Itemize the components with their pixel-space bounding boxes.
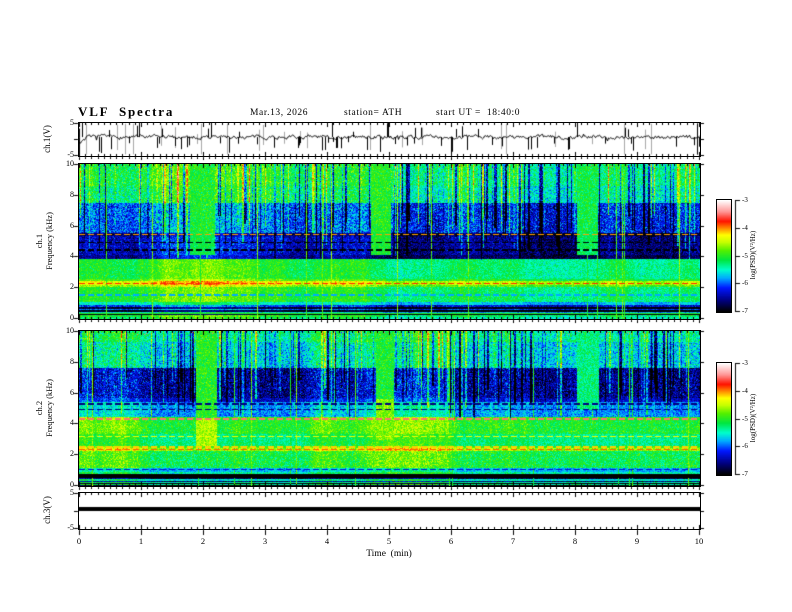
y-tick-label: -5 [67, 150, 74, 159]
header-date: Mar.13, 2026 [250, 108, 309, 118]
colorbar-2-gradient [717, 363, 731, 475]
colorbar-tick-label: -7 [742, 307, 748, 315]
y-tick-label: 8 [70, 190, 74, 199]
colorbar-tick-label: -7 [742, 470, 748, 478]
colorbar-tick-label: -3 [742, 359, 748, 367]
colorbar-tick-label: -5 [742, 252, 748, 260]
ch3-voltage-axis-label: ch.3(V) [42, 496, 52, 524]
header-station: station= ATH [344, 108, 403, 118]
x-tick-label: 10 [694, 536, 704, 546]
y-tick-label: 6 [70, 388, 74, 397]
y-tick-label: 6 [70, 221, 74, 230]
x-tick-label: 1 [138, 536, 144, 546]
x-tick-label: 2 [200, 536, 206, 546]
colorbar-tick-label: -4 [742, 224, 748, 232]
colorbar-tick-label: -3 [742, 196, 748, 204]
ch1-voltage-plot [79, 123, 700, 156]
y-tick-label: 2 [70, 282, 74, 291]
colorbar-1-unit-label: log(PSD)(V²/Hz) [749, 230, 757, 280]
time-axis-label: Time (min) [366, 549, 412, 559]
colorbar-2-unit-label: log(PSD)(V²/Hz) [749, 393, 757, 443]
x-tick-label: 8 [572, 536, 578, 546]
colorbar-tick-label: -6 [742, 442, 748, 450]
vlf-spectra-figure: { "header": { "title": "VLF Spectra", "d… [0, 0, 792, 612]
x-tick-label: 6 [448, 536, 454, 546]
colorbar-tick-label: -4 [742, 387, 748, 395]
colorbar-1-gradient [717, 200, 731, 312]
ch3-voltage-plot [79, 493, 700, 529]
y-tick-label: 4 [70, 251, 74, 260]
panel-ch1-voltage [78, 122, 701, 157]
x-tick-label: 7 [510, 536, 516, 546]
colorbar-2 [716, 362, 732, 476]
colorbar-tick-label: -5 [742, 415, 748, 423]
y-tick-label: 4 [70, 418, 74, 427]
ch1-spectrogram-plot [79, 164, 700, 319]
panel-ch1-spectrogram [78, 163, 701, 320]
y-tick-label: 0 [70, 313, 74, 322]
y-tick-label: 10 [66, 326, 74, 335]
y-tick-label: 8 [70, 357, 74, 366]
x-tick-label: 3 [262, 536, 268, 546]
panel-ch3-voltage [78, 492, 701, 530]
ch2-spectrogram-plot [79, 331, 700, 486]
panel-ch2-spectrogram [78, 330, 701, 487]
x-tick-label: 5 [386, 536, 392, 546]
y-tick-label: 5 [70, 118, 74, 127]
x-tick-label: 0 [76, 536, 82, 546]
y-tick-label: 10 [66, 159, 74, 168]
ch1-voltage-axis-label: ch.1(V) [42, 125, 52, 153]
y-tick-label: 5 [70, 488, 74, 497]
colorbar-tick-label: -6 [742, 279, 748, 287]
x-tick-label: 9 [634, 536, 640, 546]
x-tick-label: 4 [324, 536, 330, 546]
y-tick-label: 2 [70, 449, 74, 458]
colorbar-1 [716, 199, 732, 313]
figure-title: VLF Spectra [78, 104, 175, 119]
y-tick-label: -5 [67, 523, 74, 532]
header-start-ut: start UT = 18:40:0 [436, 108, 521, 118]
